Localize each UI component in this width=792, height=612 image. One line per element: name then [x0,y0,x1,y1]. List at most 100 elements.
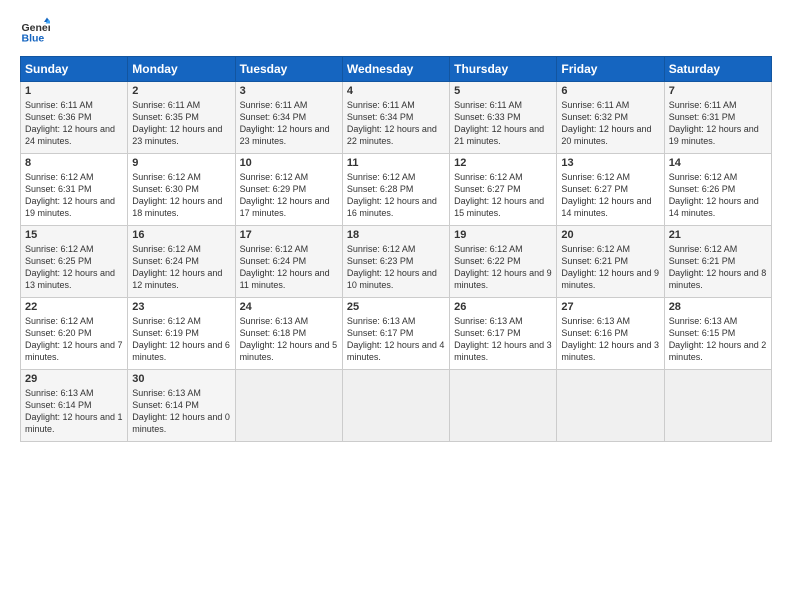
day-number: 23 [132,301,230,313]
day-number: 29 [25,373,123,385]
day-number: 14 [669,157,767,169]
week-row-1: 1 Sunrise: 6:11 AMSunset: 6:36 PMDayligh… [21,82,772,154]
day-cell: 11 Sunrise: 6:12 AMSunset: 6:28 PMDaylig… [342,154,449,226]
day-detail: Sunrise: 6:11 AMSunset: 6:32 PMDaylight:… [561,100,651,146]
day-number: 22 [25,301,123,313]
day-number: 16 [132,229,230,241]
day-detail: Sunrise: 6:12 AMSunset: 6:28 PMDaylight:… [347,172,437,218]
week-row-3: 15 Sunrise: 6:12 AMSunset: 6:25 PMDaylig… [21,226,772,298]
day-cell: 14 Sunrise: 6:12 AMSunset: 6:26 PMDaylig… [664,154,771,226]
day-cell: 8 Sunrise: 6:12 AMSunset: 6:31 PMDayligh… [21,154,128,226]
week-row-2: 8 Sunrise: 6:12 AMSunset: 6:31 PMDayligh… [21,154,772,226]
day-cell [450,370,557,442]
day-detail: Sunrise: 6:12 AMSunset: 6:20 PMDaylight:… [25,316,123,362]
page: General Blue SundayMondayTuesdayWednesda… [0,0,792,612]
day-number: 24 [240,301,338,313]
logo: General Blue [20,16,56,46]
day-cell: 15 Sunrise: 6:12 AMSunset: 6:25 PMDaylig… [21,226,128,298]
day-cell: 9 Sunrise: 6:12 AMSunset: 6:30 PMDayligh… [128,154,235,226]
day-detail: Sunrise: 6:12 AMSunset: 6:23 PMDaylight:… [347,244,437,290]
header-cell-wednesday: Wednesday [342,57,449,82]
day-cell: 23 Sunrise: 6:12 AMSunset: 6:19 PMDaylig… [128,298,235,370]
day-cell: 2 Sunrise: 6:11 AMSunset: 6:35 PMDayligh… [128,82,235,154]
day-detail: Sunrise: 6:12 AMSunset: 6:26 PMDaylight:… [669,172,759,218]
day-cell: 18 Sunrise: 6:12 AMSunset: 6:23 PMDaylig… [342,226,449,298]
day-detail: Sunrise: 6:11 AMSunset: 6:34 PMDaylight:… [347,100,437,146]
day-number: 26 [454,301,552,313]
day-cell: 27 Sunrise: 6:13 AMSunset: 6:16 PMDaylig… [557,298,664,370]
day-number: 19 [454,229,552,241]
day-number: 12 [454,157,552,169]
day-detail: Sunrise: 6:13 AMSunset: 6:16 PMDaylight:… [561,316,659,362]
header-cell-tuesday: Tuesday [235,57,342,82]
day-cell: 24 Sunrise: 6:13 AMSunset: 6:18 PMDaylig… [235,298,342,370]
day-cell: 21 Sunrise: 6:12 AMSunset: 6:21 PMDaylig… [664,226,771,298]
day-cell [557,370,664,442]
day-number: 27 [561,301,659,313]
calendar-table: SundayMondayTuesdayWednesdayThursdayFrid… [20,56,772,442]
day-detail: Sunrise: 6:12 AMSunset: 6:24 PMDaylight:… [240,244,330,290]
day-cell: 26 Sunrise: 6:13 AMSunset: 6:17 PMDaylig… [450,298,557,370]
day-cell: 30 Sunrise: 6:13 AMSunset: 6:14 PMDaylig… [128,370,235,442]
day-cell: 12 Sunrise: 6:12 AMSunset: 6:27 PMDaylig… [450,154,557,226]
day-cell: 6 Sunrise: 6:11 AMSunset: 6:32 PMDayligh… [557,82,664,154]
day-detail: Sunrise: 6:11 AMSunset: 6:34 PMDaylight:… [240,100,330,146]
day-number: 20 [561,229,659,241]
day-detail: Sunrise: 6:12 AMSunset: 6:21 PMDaylight:… [561,244,659,290]
day-detail: Sunrise: 6:12 AMSunset: 6:29 PMDaylight:… [240,172,330,218]
day-detail: Sunrise: 6:12 AMSunset: 6:24 PMDaylight:… [132,244,222,290]
day-cell: 20 Sunrise: 6:12 AMSunset: 6:21 PMDaylig… [557,226,664,298]
day-cell: 29 Sunrise: 6:13 AMSunset: 6:14 PMDaylig… [21,370,128,442]
day-number: 15 [25,229,123,241]
header-cell-sunday: Sunday [21,57,128,82]
day-detail: Sunrise: 6:13 AMSunset: 6:15 PMDaylight:… [669,316,767,362]
day-number: 10 [240,157,338,169]
day-number: 13 [561,157,659,169]
day-number: 6 [561,85,659,97]
day-detail: Sunrise: 6:13 AMSunset: 6:14 PMDaylight:… [132,388,230,434]
day-detail: Sunrise: 6:12 AMSunset: 6:30 PMDaylight:… [132,172,222,218]
day-detail: Sunrise: 6:13 AMSunset: 6:17 PMDaylight:… [347,316,445,362]
day-cell: 17 Sunrise: 6:12 AMSunset: 6:24 PMDaylig… [235,226,342,298]
day-cell: 22 Sunrise: 6:12 AMSunset: 6:20 PMDaylig… [21,298,128,370]
header: General Blue [20,16,772,46]
day-detail: Sunrise: 6:13 AMSunset: 6:18 PMDaylight:… [240,316,338,362]
header-cell-thursday: Thursday [450,57,557,82]
day-detail: Sunrise: 6:12 AMSunset: 6:19 PMDaylight:… [132,316,230,362]
day-cell [664,370,771,442]
header-row: SundayMondayTuesdayWednesdayThursdayFrid… [21,57,772,82]
day-number: 11 [347,157,445,169]
day-detail: Sunrise: 6:11 AMSunset: 6:31 PMDaylight:… [669,100,759,146]
day-cell [342,370,449,442]
day-number: 9 [132,157,230,169]
day-number: 30 [132,373,230,385]
day-cell: 5 Sunrise: 6:11 AMSunset: 6:33 PMDayligh… [450,82,557,154]
day-number: 1 [25,85,123,97]
day-cell: 13 Sunrise: 6:12 AMSunset: 6:27 PMDaylig… [557,154,664,226]
day-cell: 28 Sunrise: 6:13 AMSunset: 6:15 PMDaylig… [664,298,771,370]
day-number: 8 [25,157,123,169]
day-number: 4 [347,85,445,97]
header-cell-friday: Friday [557,57,664,82]
day-detail: Sunrise: 6:12 AMSunset: 6:21 PMDaylight:… [669,244,767,290]
day-detail: Sunrise: 6:13 AMSunset: 6:17 PMDaylight:… [454,316,552,362]
day-detail: Sunrise: 6:12 AMSunset: 6:31 PMDaylight:… [25,172,115,218]
day-cell: 3 Sunrise: 6:11 AMSunset: 6:34 PMDayligh… [235,82,342,154]
day-number: 17 [240,229,338,241]
day-cell: 4 Sunrise: 6:11 AMSunset: 6:34 PMDayligh… [342,82,449,154]
day-cell: 19 Sunrise: 6:12 AMSunset: 6:22 PMDaylig… [450,226,557,298]
day-number: 28 [669,301,767,313]
day-cell: 25 Sunrise: 6:13 AMSunset: 6:17 PMDaylig… [342,298,449,370]
day-detail: Sunrise: 6:13 AMSunset: 6:14 PMDaylight:… [25,388,123,434]
day-detail: Sunrise: 6:12 AMSunset: 6:25 PMDaylight:… [25,244,115,290]
day-detail: Sunrise: 6:11 AMSunset: 6:33 PMDaylight:… [454,100,544,146]
day-cell: 16 Sunrise: 6:12 AMSunset: 6:24 PMDaylig… [128,226,235,298]
day-number: 3 [240,85,338,97]
week-row-4: 22 Sunrise: 6:12 AMSunset: 6:20 PMDaylig… [21,298,772,370]
logo-icon: General Blue [20,16,50,46]
day-number: 25 [347,301,445,313]
day-number: 5 [454,85,552,97]
day-detail: Sunrise: 6:11 AMSunset: 6:36 PMDaylight:… [25,100,115,146]
day-cell [235,370,342,442]
day-number: 21 [669,229,767,241]
